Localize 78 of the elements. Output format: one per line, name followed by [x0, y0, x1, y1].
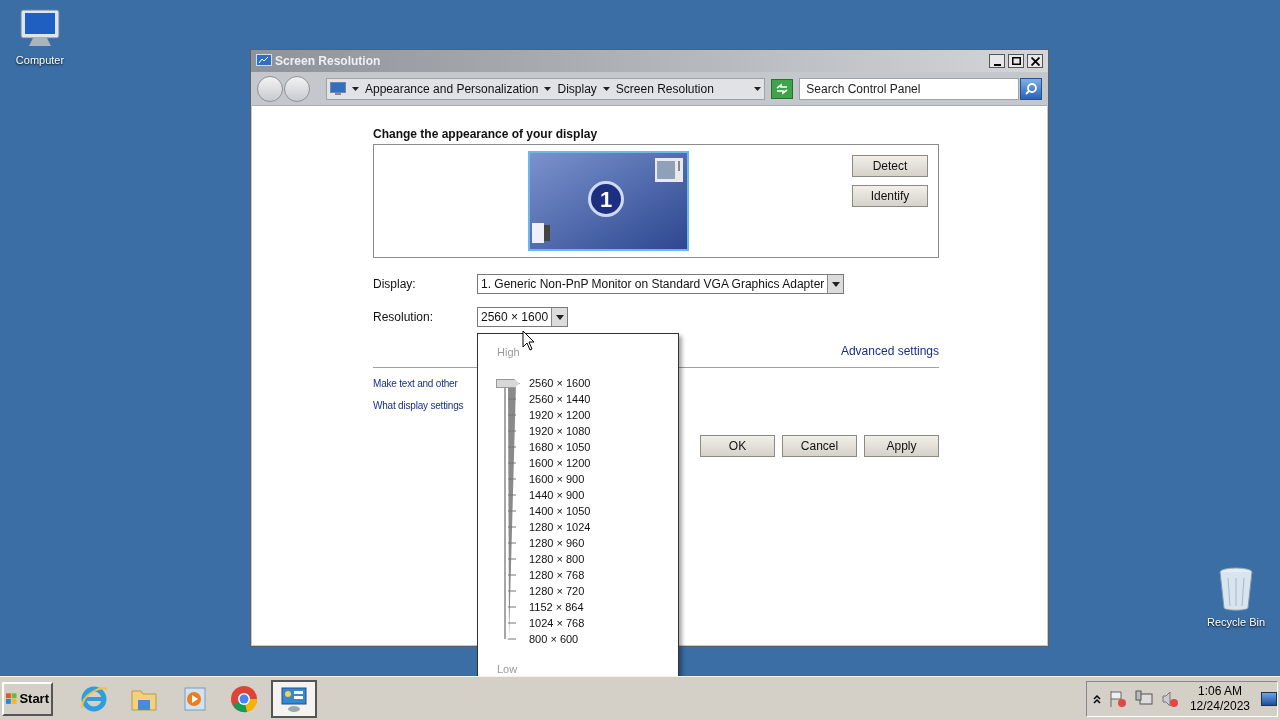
recycle-bin-icon[interactable] — [1216, 566, 1256, 612]
maximize-button[interactable] — [1008, 54, 1024, 68]
resolution-slider-track[interactable] — [496, 379, 522, 643]
dropdown-arrow-icon — [555, 314, 564, 320]
resolution-option[interactable]: 1400 × 1050 — [529, 503, 591, 519]
display-dropdown[interactable]: 1. Generic Non-PnP Monitor on Standard VGA Graphics Adapter — [477, 274, 845, 294]
slider-thumb[interactable] — [496, 379, 520, 388]
help-link[interactable]: What display settings — [373, 398, 464, 413]
caret-icon — [602, 86, 610, 91]
resolution-option[interactable]: 1920 × 1200 — [529, 407, 591, 423]
dropdown-arrow-icon — [831, 281, 840, 287]
start-button[interactable]: Start — [2, 681, 53, 716]
high-label: High — [497, 345, 520, 360]
field-label: Resolution: — [373, 309, 435, 326]
network-icon[interactable] — [1134, 689, 1153, 708]
clock-date[interactable]: 12/24/2023 — [1189, 698, 1250, 714]
resolution-option[interactable]: 1280 × 768 — [529, 567, 591, 583]
resolution-option[interactable]: 1920 × 1080 — [529, 423, 591, 439]
resolution-option[interactable]: 2560 × 1600 — [529, 375, 591, 391]
resolution-option[interactable]: 1280 × 960 — [529, 535, 591, 551]
field-label: Display: — [373, 276, 417, 293]
resolution-option[interactable]: 1024 × 768 — [529, 615, 591, 631]
window-title: Screen Resolution — [275, 53, 381, 70]
help-link[interactable]: Make text and other — [373, 376, 458, 391]
dialog-button[interactable]: OK — [700, 435, 775, 457]
caret-icon — [544, 86, 552, 91]
breadcrumb[interactable]: Display — [557, 79, 597, 98]
advanced-settings-link[interactable]: Advanced settings — [840, 342, 939, 360]
chevron-up-icon[interactable] — [1092, 693, 1101, 704]
breadcrumb[interactable]: Appearance and Personalization — [365, 79, 539, 98]
resolution-option[interactable]: 1600 × 1200 — [529, 455, 591, 471]
windows-logo-icon — [6, 691, 18, 706]
show-desktop-button[interactable] — [1261, 691, 1277, 706]
clock-time[interactable]: 1:06 AM — [1197, 683, 1242, 699]
resolution-option[interactable]: 1440 × 900 — [529, 487, 591, 503]
window-thumbnail-icon — [655, 158, 683, 182]
caret-icon — [352, 86, 359, 91]
resolution-option[interactable]: 1152 × 864 — [529, 599, 591, 615]
close-button[interactable] — [1027, 54, 1043, 68]
resolution-option[interactable]: 1280 × 1024 — [529, 519, 591, 535]
desktop-icon-label[interactable]: Computer — [15, 52, 65, 69]
refresh-icon — [775, 82, 790, 95]
resolution-option[interactable]: 1280 × 720 — [529, 583, 591, 599]
refresh-button[interactable] — [771, 78, 794, 99]
back-button[interactable] — [257, 75, 283, 102]
minimize-icon — [993, 63, 1001, 66]
resolution-option[interactable]: 2560 × 1440 — [529, 391, 591, 407]
side-button[interactable]: Identify — [852, 185, 928, 207]
dropdown-caret-icon — [754, 86, 762, 91]
taskbar-app-button[interactable] — [271, 679, 317, 718]
address-field[interactable]: Appearance and Personalization Display Screen Resolution — [326, 77, 766, 100]
monitor-tile[interactable]: 1 — [528, 151, 689, 251]
maximize-icon — [1011, 57, 1021, 65]
section-heading: Change the appearance of your display — [373, 126, 599, 143]
breadcrumb[interactable]: Screen Resolution — [615, 79, 714, 98]
window-thumbnail-icon — [532, 223, 550, 243]
desktop-icon-label[interactable]: Recycle Bin — [1206, 614, 1266, 631]
resolution-option[interactable]: 1680 × 1050 — [529, 439, 591, 455]
window-app-icon — [256, 54, 272, 68]
dialog-button[interactable]: Apply — [864, 435, 939, 457]
resolution-option[interactable]: 1600 × 900 — [529, 471, 591, 487]
resolution-dropdown[interactable]: 2560 × 1600 — [477, 307, 569, 327]
resolution-option[interactable]: 800 × 600 — [529, 631, 591, 647]
flag-icon[interactable] — [1108, 689, 1127, 708]
search-field[interactable]: Search Control Panel — [799, 77, 1020, 100]
close-icon — [1030, 56, 1040, 66]
low-label: Low — [497, 662, 518, 677]
search-icon — [1024, 81, 1038, 96]
side-button[interactable]: Detect — [852, 155, 928, 177]
dialog-button[interactable]: Cancel — [782, 435, 857, 457]
chrome-icon — [229, 683, 259, 714]
control-panel-icon — [330, 81, 346, 96]
minimize-button[interactable] — [989, 54, 1005, 68]
speaker-muted-icon[interactable] — [1160, 689, 1179, 708]
search-button[interactable] — [1020, 77, 1042, 100]
monitor-number: 1 — [599, 185, 613, 214]
resolution-option[interactable]: 1280 × 800 — [529, 551, 591, 567]
forward-button[interactable] — [284, 75, 310, 102]
